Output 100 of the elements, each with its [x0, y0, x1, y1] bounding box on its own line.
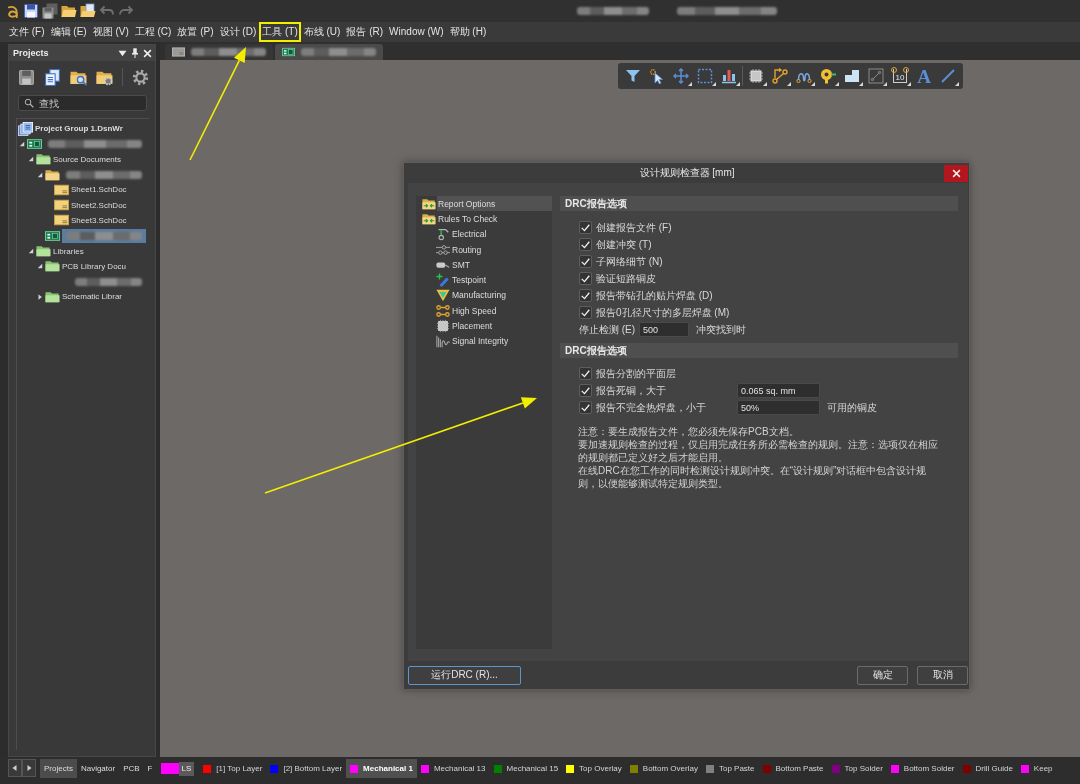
checkbox[interactable]	[579, 255, 592, 268]
chain-icon	[436, 303, 450, 318]
layer-tab[interactable]: [2] Bottom Layer	[266, 759, 347, 778]
dimension-tool[interactable]: 10	[892, 69, 908, 83]
layer-tab[interactable]: Bottom Paste	[758, 759, 828, 778]
pin-icon[interactable]	[131, 48, 139, 58]
panel-tab[interactable]: F	[143, 759, 157, 778]
layer-tab[interactable]: Top Overlay	[562, 759, 626, 778]
tree-item[interactable]: Testpoint	[451, 272, 552, 288]
check-icon	[580, 402, 591, 413]
panel-tab[interactable]: Projects	[40, 759, 77, 778]
circuit-board-icon	[45, 228, 60, 243]
layer-tab[interactable]: [1] Top Layer	[199, 759, 267, 778]
expanded-triangle-icon[interactable]	[28, 156, 34, 163]
tree-item[interactable]: SMT	[451, 257, 552, 273]
menu-item[interactable]: 放置 (P)	[174, 22, 217, 42]
ok-button[interactable]: 确定	[857, 665, 908, 685]
layer-tab[interactable]: Mechanical 1	[346, 759, 417, 778]
cancel-button[interactable]: 取消	[917, 665, 968, 685]
menu-item[interactable]: 布线 (U)	[300, 22, 344, 42]
crosshair-icon[interactable]	[673, 68, 689, 84]
layer-tab[interactable]: Bottom Solder	[886, 759, 959, 778]
menu-item[interactable]: 视图 (V)	[89, 22, 132, 42]
layer-tab[interactable]: Top Solder	[827, 759, 887, 778]
expanded-triangle-icon[interactable]	[28, 248, 34, 254]
menu-item[interactable]: Window (W)	[386, 22, 447, 42]
panel-tab[interactable]: PCB	[119, 759, 144, 778]
layer-tab[interactable]: Mechanical 15	[489, 759, 563, 778]
checkbox[interactable]	[579, 238, 592, 251]
tree-item[interactable]: Signal Integrity	[451, 333, 552, 349]
tree-item-label[interactable]	[62, 228, 146, 243]
panel-tab[interactable]: Navigator	[76, 759, 120, 778]
document-tab[interactable]	[165, 44, 273, 60]
checkbox[interactable]	[579, 272, 592, 285]
dialog-title: 设计规则检查器 [mm]	[638, 166, 736, 180]
expanded-triangle-icon[interactable]	[37, 263, 43, 270]
route-path-icon[interactable]	[772, 68, 788, 84]
option-label: 创建报告文件 (F)	[596, 220, 672, 235]
close-button[interactable]	[944, 164, 968, 182]
tree-item-label[interactable]: Schematic Librar	[61, 291, 124, 303]
menu-item[interactable]: 编辑 (E)	[47, 22, 90, 42]
tree-item-label[interactable]: Sheet2.SchDoc	[70, 199, 128, 211]
folder-document-icon[interactable]	[80, 3, 96, 19]
tree-item[interactable]: Electrical	[451, 226, 552, 242]
cursor-icon[interactable]	[649, 68, 665, 84]
tree-item[interactable]: Report Options	[437, 196, 552, 212]
checkbox[interactable]	[579, 367, 592, 380]
menu-item[interactable]: 工具 (T)	[259, 22, 301, 42]
step-shape-icon[interactable]	[844, 68, 860, 84]
expanded-triangle-icon[interactable]	[19, 140, 25, 147]
layer-tab[interactable]: Top Paste	[701, 759, 759, 778]
checkbox[interactable]	[579, 401, 592, 414]
checkbox[interactable]	[579, 221, 592, 234]
tree-item[interactable]: Manufacturing	[451, 287, 552, 304]
tree-item[interactable]: High Speed	[451, 303, 552, 319]
tree-item[interactable]: Placement	[451, 318, 552, 334]
run-drc-button[interactable]: 运行DRC (R)...	[408, 665, 521, 685]
dropdown-triangle-icon[interactable]	[118, 48, 127, 58]
input-field[interactable]: 0.065 sq. mm	[737, 383, 820, 398]
previous-button[interactable]	[8, 759, 22, 777]
filter-icon[interactable]	[625, 68, 641, 84]
tree-item-label[interactable]: Libraries	[52, 245, 85, 257]
chip-icon[interactable]	[748, 68, 764, 84]
line-icon[interactable]	[940, 68, 956, 84]
checkbox[interactable]	[579, 306, 592, 319]
layer-tab[interactable]: Keep	[1016, 759, 1057, 778]
current-layer-swatch-icon[interactable]	[160, 763, 179, 774]
expanded-triangle-icon[interactable]	[37, 171, 43, 178]
layer-tab[interactable]: Drill Guide	[958, 759, 1017, 778]
tree-item-label[interactable]: PCB Library Docu	[61, 260, 128, 272]
tree-item[interactable]: Rules To Check	[437, 211, 552, 227]
menu-item[interactable]: 工程 (C)	[131, 22, 175, 42]
input-field[interactable]: 50%	[737, 400, 820, 415]
menu-item[interactable]: 文件 (F)	[6, 22, 48, 42]
tree-item-label[interactable]: Project Group 1.DsnWr	[34, 123, 124, 135]
menu-item[interactable]: 报告 (R)	[343, 22, 387, 42]
documents-icon[interactable]	[44, 68, 61, 86]
layer-tab[interactable]: Mechanical 13	[416, 759, 490, 778]
close-icon[interactable]	[143, 48, 152, 58]
bar-chart-icon[interactable]	[721, 68, 737, 84]
checkbox[interactable]	[579, 289, 592, 302]
input-field[interactable]: 500	[639, 322, 690, 337]
search-field[interactable]: 查找	[18, 95, 147, 111]
check-icon	[580, 290, 591, 301]
next-button[interactable]	[22, 759, 36, 777]
note-text: 注意：要生成报告文件，您必须先保存PCB文档。	[578, 425, 800, 438]
tree-item-label[interactable]: Sheet1.SchDoc	[70, 184, 128, 196]
collapsed-triangle-icon[interactable]	[37, 293, 43, 300]
checkbox[interactable]	[579, 384, 592, 397]
folder-icon[interactable]	[61, 3, 77, 19]
tree-item[interactable]: Routing	[451, 241, 552, 258]
menu-item[interactable]: 设计 (D)	[216, 22, 260, 42]
settings-icon[interactable]	[132, 68, 149, 86]
dashed-rectangle-icon[interactable]	[697, 68, 713, 84]
diagonal-line-box-icon[interactable]	[868, 68, 884, 84]
menu-item[interactable]: 帮助 (H)	[446, 22, 490, 42]
tree-item-label[interactable]: Source Documents	[52, 153, 123, 165]
ring-icon[interactable]	[820, 68, 836, 84]
tree-item-label[interactable]: Sheet3.SchDoc	[70, 214, 128, 226]
layer-tab[interactable]: Bottom Overlay	[625, 759, 702, 778]
